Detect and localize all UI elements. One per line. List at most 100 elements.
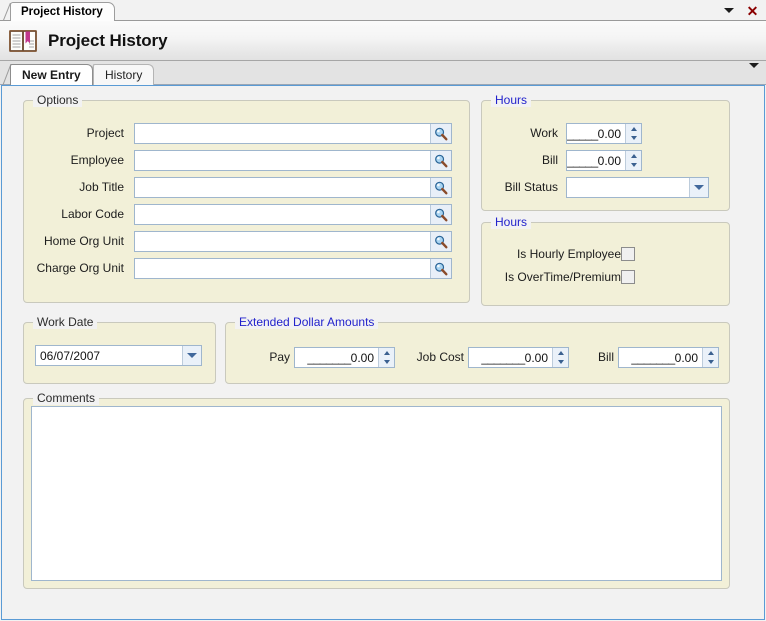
- caret-down-icon: [630, 136, 637, 141]
- page-tabbar: New Entry History: [0, 61, 766, 85]
- search-icon: [435, 262, 448, 276]
- hours-group-top: Hours Work _____ 0.00 Bill _____ 0.00 Bi…: [481, 93, 730, 211]
- extended-dollar-amounts-legend: Extended Dollar Amounts: [235, 315, 379, 329]
- checkbox-row-hourly-employee: Is Hourly Employee: [482, 245, 729, 263]
- employee-field[interactable]: [134, 150, 452, 171]
- job-cost-amount-value[interactable]: _______ 0.00: [469, 348, 552, 367]
- checkbox-is-overtime-premium[interactable]: [621, 270, 635, 284]
- work-date-group-legend: Work Date: [33, 315, 98, 329]
- bill-amount-field[interactable]: _______ 0.00: [618, 347, 719, 368]
- work-hours-stepper[interactable]: [625, 124, 641, 143]
- job-cost-amount-stepper-up[interactable]: [553, 348, 568, 358]
- employee-lookup-button[interactable]: [430, 151, 451, 170]
- bill-status-value: [567, 178, 689, 197]
- caret-down-icon: [557, 360, 564, 365]
- charge-org-unit-input[interactable]: [135, 259, 430, 278]
- hours-group-bottom-legend: Hours: [491, 215, 532, 229]
- labor-code-field[interactable]: [134, 204, 452, 225]
- checkbox-row-overtime-premium: Is OverTime/Premium: [482, 268, 729, 286]
- pay-amount-stepper-down[interactable]: [379, 358, 394, 368]
- chevron-down-icon: [694, 185, 704, 190]
- work-date-value: 06/07/2007: [40, 348, 101, 363]
- labor-code-lookup-button[interactable]: [430, 205, 451, 224]
- bill-status-select[interactable]: [566, 177, 709, 198]
- job-cost-amount-prefix: _______: [481, 350, 525, 365]
- work-hours-stepper-up[interactable]: [626, 124, 641, 134]
- job-cost-amount-field[interactable]: _______ 0.00: [468, 347, 569, 368]
- project-field[interactable]: [134, 123, 452, 144]
- pay-amount-prefix: _______: [307, 350, 351, 365]
- charge-org-unit-lookup-button[interactable]: [430, 259, 451, 278]
- labor-code-input[interactable]: [135, 205, 430, 224]
- window-tab-project-history[interactable]: Project History: [10, 2, 115, 21]
- work-date-dropdown-button[interactable]: [182, 346, 201, 365]
- job-cost-amount-stepper-down[interactable]: [553, 358, 568, 368]
- tab-new-entry[interactable]: New Entry: [10, 64, 93, 85]
- label-job-title: Job Title: [79, 180, 124, 194]
- project-input[interactable]: [135, 124, 430, 143]
- application-window: Project History ✕ Project History New En…: [0, 0, 766, 621]
- window-close-button[interactable]: ✕: [745, 3, 760, 18]
- job-title-input[interactable]: [135, 178, 430, 197]
- comments-input[interactable]: [31, 406, 722, 581]
- tabbar-overflow-button[interactable]: [749, 63, 759, 82]
- work-hours-field[interactable]: _____ 0.00: [566, 123, 642, 144]
- job-cost-amount-number: 0.00: [524, 350, 548, 365]
- home-org-unit-input[interactable]: [135, 232, 430, 251]
- work-date-group: Work Date 06/07/2007: [23, 315, 216, 384]
- bill-status-dropdown-button[interactable]: [689, 178, 708, 197]
- label-is-overtime-premium: Is OverTime/Premium: [504, 270, 621, 284]
- extended-dollar-amounts-group: Extended Dollar Amounts Pay _______ 0.00 …: [225, 315, 730, 384]
- charge-org-unit-field[interactable]: [134, 258, 452, 279]
- bill-hours-stepper[interactable]: [625, 151, 641, 170]
- home-org-unit-field[interactable]: [134, 231, 452, 252]
- label-work-hours: Work: [530, 126, 558, 140]
- options-group-legend: Options: [33, 93, 83, 107]
- search-icon: [435, 127, 448, 141]
- work-hours-number: 0.00: [597, 126, 621, 141]
- bill-hours-prefix: _____: [567, 153, 598, 168]
- page-title: Project History: [48, 30, 168, 50]
- search-icon: [435, 181, 448, 195]
- chevron-down-icon: [723, 8, 734, 13]
- employee-input[interactable]: [135, 151, 430, 170]
- work-date-picker[interactable]: 06/07/2007: [35, 345, 202, 366]
- window-header: Project History: [0, 21, 766, 61]
- bill-amount-value[interactable]: _______ 0.00: [619, 348, 702, 367]
- label-employee: Employee: [70, 153, 124, 167]
- pay-amount-stepper[interactable]: [378, 348, 394, 367]
- label-bill-status: Bill Status: [504, 180, 558, 194]
- window-menu-button[interactable]: [721, 3, 736, 18]
- comments-group-legend: Comments: [33, 391, 100, 405]
- field-row-project: Project: [24, 123, 469, 144]
- job-cost-amount-stepper[interactable]: [552, 348, 568, 367]
- work-hours-prefix: _____: [567, 126, 598, 141]
- pay-amount-value[interactable]: _______ 0.00: [295, 348, 378, 367]
- bill-amount-stepper[interactable]: [702, 348, 718, 367]
- tab-history[interactable]: History: [93, 64, 155, 85]
- chevron-down-icon: [749, 63, 759, 82]
- job-title-lookup-button[interactable]: [430, 178, 451, 197]
- pay-amount-stepper-up[interactable]: [379, 348, 394, 358]
- bill-amount-stepper-up[interactable]: [703, 348, 718, 358]
- project-lookup-button[interactable]: [430, 124, 451, 143]
- bill-amount-stepper-down[interactable]: [703, 358, 718, 368]
- bill-amount-prefix: _______: [631, 350, 675, 365]
- search-icon: [435, 208, 448, 222]
- work-hours-value[interactable]: _____ 0.00: [567, 124, 625, 143]
- comments-group: Comments: [23, 391, 730, 589]
- caret-up-icon: [383, 350, 390, 355]
- home-org-unit-lookup-button[interactable]: [430, 232, 451, 251]
- work-hours-stepper-down[interactable]: [626, 134, 641, 144]
- pay-amount-number: 0.00: [350, 350, 374, 365]
- bill-hours-stepper-up[interactable]: [626, 151, 641, 161]
- pay-amount-field[interactable]: _______ 0.00: [294, 347, 395, 368]
- caret-up-icon: [557, 350, 564, 355]
- window-tabstrip: Project History ✕: [0, 0, 766, 21]
- checkbox-is-hourly-employee[interactable]: [621, 247, 635, 261]
- bill-hours-stepper-down[interactable]: [626, 161, 641, 171]
- bill-hours-value[interactable]: _____ 0.00: [567, 151, 625, 170]
- bill-hours-field[interactable]: _____ 0.00: [566, 150, 642, 171]
- caret-down-icon: [383, 360, 390, 365]
- job-title-field[interactable]: [134, 177, 452, 198]
